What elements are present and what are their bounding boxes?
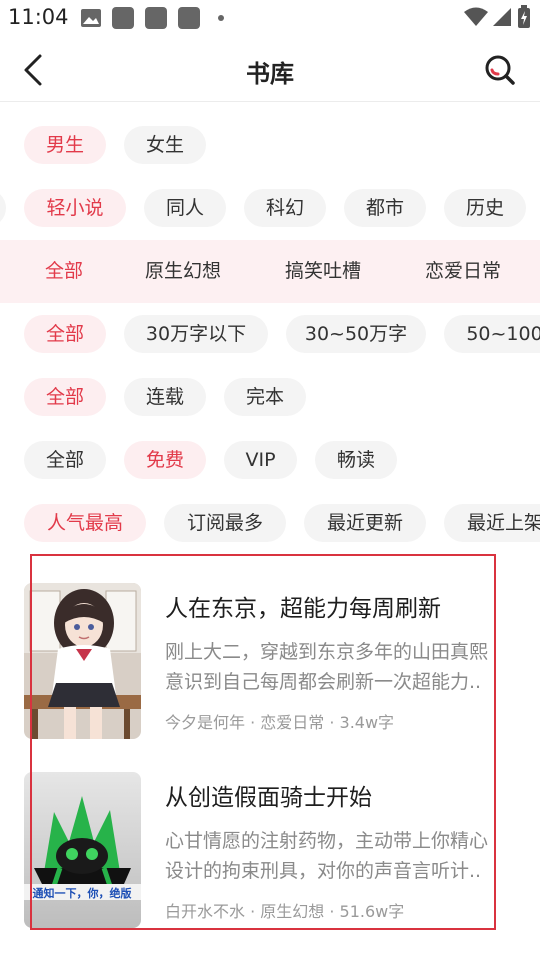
word-count-chip-under-30w[interactable]: 30万字以下: [124, 315, 268, 353]
search-icon[interactable]: [482, 52, 518, 88]
status-bar: 11:04: [0, 0, 540, 38]
gallery-icon: [81, 9, 101, 27]
price-filter-row: 全部 免费 VIP 畅读: [0, 441, 540, 485]
sort-chip-popular[interactable]: 人气最高: [24, 504, 146, 542]
sort-filter-row: 人气最高 订阅最多 最近更新 最近上架: [0, 504, 540, 548]
category-chip-scifi[interactable]: 科幻: [244, 189, 326, 227]
category-chip-fanfic[interactable]: 同人: [144, 189, 226, 227]
notification-icon: [145, 7, 167, 29]
word-count-chip-50-100w[interactable]: 50~100万: [444, 315, 540, 353]
status-chip-all[interactable]: 全部: [24, 378, 106, 416]
gender-chip-male[interactable]: 男生: [24, 126, 106, 164]
price-chip-free[interactable]: 免费: [124, 441, 206, 479]
category-chip-urban[interactable]: 都市: [344, 189, 426, 227]
signal-icon: [493, 8, 511, 26]
sort-chip-recently-updated[interactable]: 最近更新: [304, 504, 426, 542]
category-chip-partial[interactable]: [0, 189, 6, 227]
notification-icon: [178, 7, 200, 29]
subcategory-romance-daily[interactable]: 恋爱日常: [425, 240, 501, 303]
status-chip-ongoing[interactable]: 连载: [124, 378, 206, 416]
battery-charging-icon: [518, 5, 530, 28]
status-filter-row: 全部 连载 完本: [0, 378, 540, 422]
category-chip-light-novel[interactable]: 轻小说: [24, 189, 126, 227]
header-bar: 书库: [0, 38, 540, 102]
sort-chip-recently-listed[interactable]: 最近上架: [444, 504, 540, 542]
subcategory-comedy[interactable]: 搞笑吐槽: [285, 240, 361, 303]
subcategory-original-fantasy[interactable]: 原生幻想: [145, 240, 221, 303]
sort-chip-most-subscribed[interactable]: 订阅最多: [164, 504, 286, 542]
word-count-filter-row: 全部 30万字以下 30~50万字 50~100万: [0, 315, 540, 359]
status-time: 11:04: [8, 5, 69, 29]
notification-icon: [112, 7, 134, 29]
more-notifications-icon: [218, 15, 224, 21]
wifi-icon: [464, 7, 488, 26]
page-title: 书库: [246, 60, 294, 88]
selection-highlight-box: [30, 554, 496, 930]
gender-filter-row: 男生 女生: [0, 126, 540, 170]
subcategory-all[interactable]: 全部: [45, 240, 83, 303]
subcategory-filter-band: 全部 原生幻想 搞笑吐槽 恋爱日常: [0, 240, 540, 303]
word-count-chip-all[interactable]: 全部: [24, 315, 106, 353]
category-filter-row: 轻小说 同人 科幻 都市 历史: [0, 189, 540, 233]
gender-chip-female[interactable]: 女生: [124, 126, 206, 164]
word-count-chip-30-50w[interactable]: 30~50万字: [286, 315, 426, 353]
price-chip-all[interactable]: 全部: [24, 441, 106, 479]
price-chip-unlimited[interactable]: 畅读: [315, 441, 397, 479]
category-chip-history[interactable]: 历史: [444, 189, 526, 227]
price-chip-vip[interactable]: VIP: [224, 441, 297, 479]
status-chip-completed[interactable]: 完本: [224, 378, 306, 416]
